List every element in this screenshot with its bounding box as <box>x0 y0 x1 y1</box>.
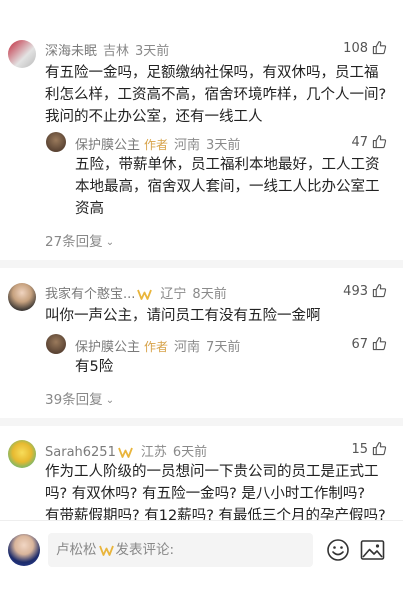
reply-meta: 保护膜公主 作者 河南 7天前 <box>75 336 240 355</box>
location: 辽宁 <box>160 287 187 302</box>
reply-like-count: 67 <box>351 337 368 352</box>
more-replies-label: 27条回复 <box>45 234 103 250</box>
reply-like-button[interactable]: 47 <box>351 134 387 150</box>
thumbs-up-icon <box>372 41 387 55</box>
comment-line: 有五险一金吗，足额缴纳社保吗，有双休吗，员工福 <box>45 65 379 81</box>
comment-input-bar: 卢松松 发表评论: <box>0 520 403 579</box>
more-replies-button[interactable]: 27条回复 ⌄ <box>45 230 114 250</box>
comment-line: 吗? 有双休吗? 有五险一金吗? 是八小时工作制吗? <box>45 486 366 502</box>
location: 吉林 <box>103 44 130 59</box>
avatar[interactable] <box>8 440 36 468</box>
emoji-icon[interactable] <box>326 538 350 562</box>
vip-badge-icon <box>98 545 114 556</box>
comment-input[interactable]: 卢松松 发表评论: <box>48 533 313 567</box>
reply-avatar[interactable] <box>46 132 66 152</box>
reply-line: 五险，带薪单休，员工福利本地最好，工人工资 <box>75 157 380 173</box>
reply-line: 有5险 <box>75 359 114 375</box>
reply-username[interactable]: 保护膜公主 <box>75 138 140 153</box>
thumbs-up-icon <box>372 135 387 149</box>
comment-meta: 深海未眠 吉林 3天前 <box>45 40 169 59</box>
thumbs-up-icon <box>372 284 387 298</box>
reply-text: 有5险 <box>75 356 113 378</box>
reply-timestamp: 3天前 <box>206 138 241 153</box>
comment-placeholder: 发表评论: <box>115 542 175 558</box>
reply-username[interactable]: 保护膜公主 <box>75 340 140 355</box>
avatar[interactable] <box>8 40 36 68</box>
my-avatar[interactable] <box>8 534 40 566</box>
divider <box>0 260 403 268</box>
location: 江苏 <box>140 445 167 460</box>
like-count: 493 <box>343 284 368 299</box>
like-count: 15 <box>351 442 368 457</box>
comment-text: 有五险一金吗，足额缴纳社保吗，有双休吗，员工福 利怎么样，工资高不高，宿舍环境咋… <box>45 62 386 128</box>
comment-text: 作为工人阶级的一员想问一下贵公司的员工是正式工 吗? 有双休吗? 有五险一金吗?… <box>45 461 386 527</box>
comment-line: 叫你一声公主，请问员工有没有五险一金啊 <box>45 308 321 324</box>
reply-like-button[interactable]: 67 <box>351 336 387 352</box>
reply-location: 河南 <box>174 340 201 355</box>
author-tag: 作者 <box>144 138 169 152</box>
author-tag: 作者 <box>144 340 169 354</box>
comment-meta: Sarah6251 江苏 6天前 <box>45 441 207 460</box>
chevron-down-icon: ⌄ <box>105 237 115 248</box>
like-button[interactable]: 108 <box>343 40 387 56</box>
thumbs-up-icon <box>372 442 387 456</box>
reply-text: 五险，带薪单休，员工福利本地最好，工人工资 本地最高，宿舍双人套间，一线工人比办… <box>75 154 380 220</box>
comment-line: 作为工人阶级的一员想问一下贵公司的员工是正式工 <box>45 464 379 480</box>
vip-badge-icon <box>137 289 153 300</box>
reply-like-count: 47 <box>351 135 368 150</box>
my-username: 卢松松 <box>56 542 97 558</box>
chevron-down-icon: ⌄ <box>105 395 115 406</box>
username[interactable]: 我家有个憨宝... <box>45 287 135 302</box>
comment-line: 利怎么样，工资高不高，宿舍环境咋样，几个人一间? <box>45 87 387 103</box>
reply-timestamp: 7天前 <box>206 340 241 355</box>
comment-line: 我问的不止办公室，还有一线工人 <box>45 109 263 125</box>
reply-avatar[interactable] <box>46 334 66 354</box>
vip-badge-icon <box>118 447 133 458</box>
timestamp: 6天前 <box>172 445 208 460</box>
comment-text: 叫你一声公主，请问员工有没有五险一金啊 <box>45 305 321 327</box>
reply-meta: 保护膜公主 作者 河南 3天前 <box>75 134 240 153</box>
timestamp: 8天前 <box>192 287 227 302</box>
like-button[interactable]: 15 <box>351 441 387 457</box>
username[interactable]: Sarah6251 <box>45 445 116 460</box>
like-button[interactable]: 493 <box>343 283 387 299</box>
like-count: 108 <box>343 41 368 56</box>
more-replies-label: 39条回复 <box>45 392 103 408</box>
thumbs-up-icon <box>372 337 387 351</box>
more-replies-button[interactable]: 39条回复 ⌄ <box>45 388 114 408</box>
image-icon[interactable] <box>360 538 385 562</box>
timestamp: 3天前 <box>135 44 170 59</box>
reply-line: 资高 <box>75 201 104 217</box>
username[interactable]: 深海未眠 <box>45 44 97 59</box>
reply-location: 河南 <box>174 138 201 153</box>
divider <box>0 418 403 426</box>
avatar[interactable] <box>8 283 36 311</box>
reply-line: 本地最高，宿舍双人套间，一线工人比办公室工 <box>75 179 380 195</box>
comment-meta: 我家有个憨宝... 辽宁 8天前 <box>45 283 227 302</box>
